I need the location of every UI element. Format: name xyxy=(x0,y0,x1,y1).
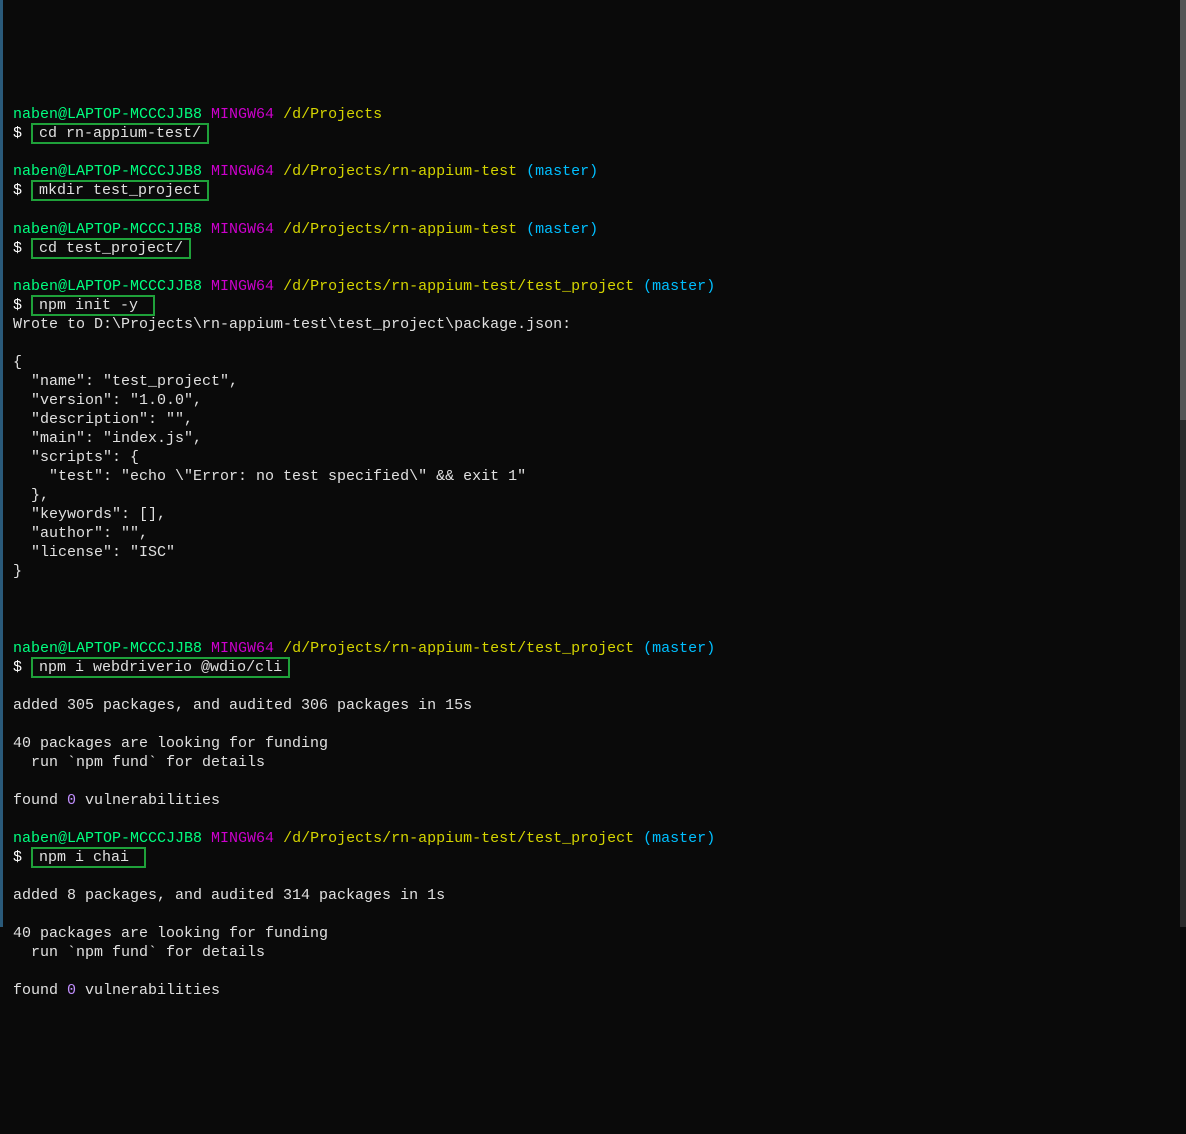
command-highlight: npm i webdriverio @wdio/cli xyxy=(31,657,290,678)
prompt-user: naben@LAPTOP-MCCCJJB8 xyxy=(13,221,202,238)
output-line: added 305 packages, and audited 306 pack… xyxy=(13,697,472,714)
output-found-post: vulnerabilities xyxy=(76,792,220,809)
command-highlight: cd test_project/ xyxy=(31,238,191,259)
prompt-path: /d/Projects/rn-appium-test xyxy=(283,221,517,238)
prompt-dollar: $ xyxy=(13,297,22,314)
prompt-host: MINGW64 xyxy=(211,221,274,238)
output-line: added 8 packages, and audited 314 packag… xyxy=(13,887,445,904)
command-highlight: npm i chai xyxy=(31,847,146,868)
prompt-path: /d/Projects/rn-appium-test/test_project xyxy=(283,830,634,847)
prompt-host: MINGW64 xyxy=(211,278,274,295)
prompt-path: /d/Projects/rn-appium-test/test_project xyxy=(283,278,634,295)
paren: ( xyxy=(526,221,535,238)
prompt-user: naben@LAPTOP-MCCCJJB8 xyxy=(13,278,202,295)
paren: ) xyxy=(706,278,715,295)
output-zero: 0 xyxy=(67,982,76,999)
paren: ) xyxy=(589,221,598,238)
prompt-dollar: $ xyxy=(13,125,22,142)
prompt-host: MINGW64 xyxy=(211,640,274,657)
paren: ( xyxy=(526,163,535,180)
scrollbar-track[interactable] xyxy=(1180,0,1186,927)
prompt-branch: master xyxy=(652,640,706,657)
paren: ( xyxy=(643,640,652,657)
prompt-path: /d/Projects xyxy=(283,106,382,123)
command-highlight: npm init -y xyxy=(31,295,155,316)
prompt-user: naben@LAPTOP-MCCCJJB8 xyxy=(13,106,202,123)
prompt-path: /d/Projects/rn-appium-test/test_project xyxy=(283,640,634,657)
command-highlight: mkdir test_project xyxy=(31,180,209,201)
output-line: 40 packages are looking for funding run … xyxy=(13,925,328,961)
prompt-dollar: $ xyxy=(13,659,22,676)
paren: ) xyxy=(706,830,715,847)
prompt-host: MINGW64 xyxy=(211,830,274,847)
prompt-branch: master xyxy=(652,830,706,847)
prompt-branch: master xyxy=(535,221,589,238)
output-json: { "name": "test_project", "version": "1.… xyxy=(13,354,526,581)
paren: ( xyxy=(643,278,652,295)
terminal-output[interactable]: naben@LAPTOP-MCCCJJB8 MINGW64 /d/Project… xyxy=(13,86,1176,1000)
output-line: 40 packages are looking for funding run … xyxy=(13,735,328,771)
prompt-user: naben@LAPTOP-MCCCJJB8 xyxy=(13,640,202,657)
prompt-user: naben@LAPTOP-MCCCJJB8 xyxy=(13,163,202,180)
output-line: Wrote to D:\Projects\rn-appium-test\test… xyxy=(13,316,571,333)
prompt-dollar: $ xyxy=(13,849,22,866)
prompt-branch: master xyxy=(652,278,706,295)
output-found-post: vulnerabilities xyxy=(76,982,220,999)
prompt-branch: master xyxy=(535,163,589,180)
prompt-host: MINGW64 xyxy=(211,106,274,123)
scrollbar-thumb[interactable] xyxy=(1180,0,1186,420)
output-found-pre: found xyxy=(13,792,67,809)
output-zero: 0 xyxy=(67,792,76,809)
prompt-dollar: $ xyxy=(13,240,22,257)
prompt-dollar: $ xyxy=(13,182,22,199)
paren: ( xyxy=(643,830,652,847)
output-found-pre: found xyxy=(13,982,67,999)
command-highlight: cd rn-appium-test/ xyxy=(31,123,209,144)
prompt-user: naben@LAPTOP-MCCCJJB8 xyxy=(13,830,202,847)
paren: ) xyxy=(706,640,715,657)
prompt-host: MINGW64 xyxy=(211,163,274,180)
prompt-path: /d/Projects/rn-appium-test xyxy=(283,163,517,180)
paren: ) xyxy=(589,163,598,180)
